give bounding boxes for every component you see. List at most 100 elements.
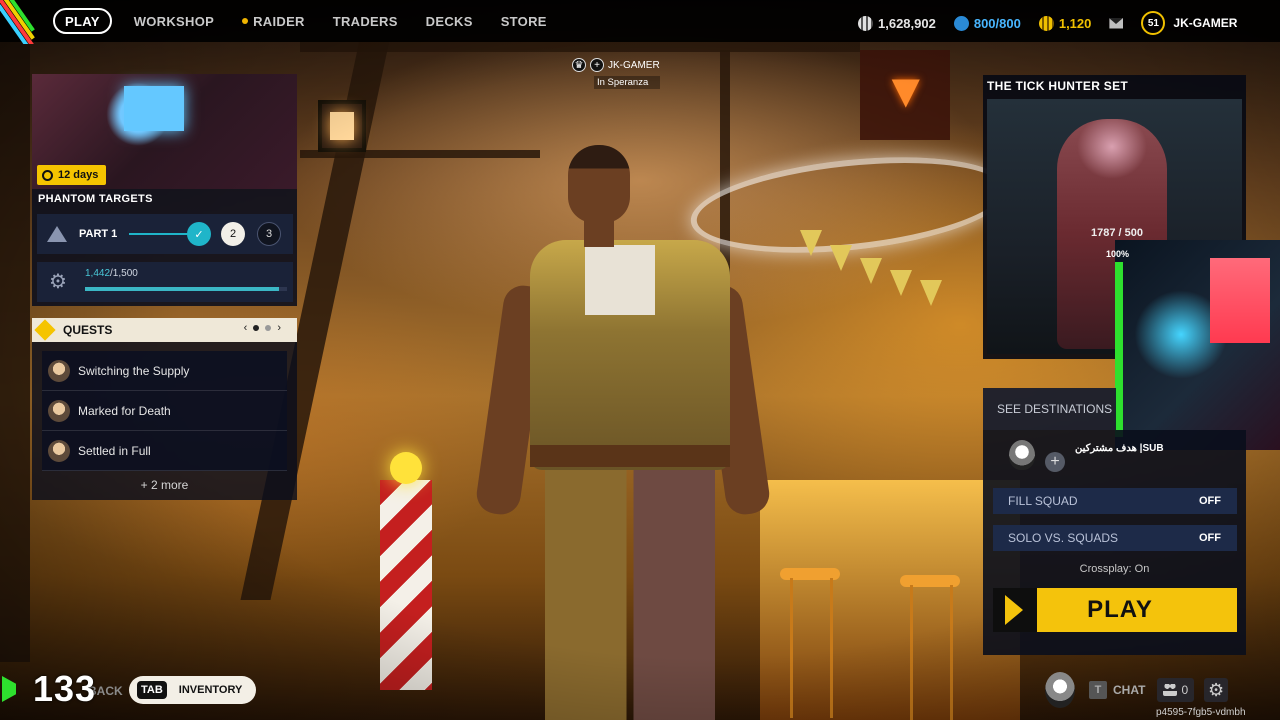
- credits-currency[interactable]: 800/800: [953, 15, 1021, 31]
- nav-workshop-label: WORKSHOP: [133, 13, 215, 29]
- mail-icon[interactable]: [1109, 17, 1124, 29]
- xp-text: 1,442/1,500: [85, 268, 138, 279]
- xp-total: /1,500: [110, 268, 138, 279]
- player-nametag: ♛ + JK-GAMER In Speranza: [572, 58, 660, 89]
- nav-workshop[interactable]: WORKSHOP: [134, 8, 214, 34]
- chat-key-hint: T: [1089, 681, 1107, 699]
- player-level: 51: [1147, 17, 1159, 29]
- page-dot[interactable]: [265, 325, 272, 331]
- quest-item[interactable]: Switching the Supply: [42, 351, 287, 391]
- quest-giver-avatar: [48, 359, 70, 382]
- friends-count: 0: [1181, 683, 1189, 697]
- player-level-badge[interactable]: 51: [1141, 11, 1166, 35]
- username[interactable]: JK-GAMER: [1173, 16, 1237, 30]
- gear-icon: ⚙: [49, 271, 67, 293]
- nametag-row: ♛ + JK-GAMER: [572, 58, 660, 72]
- chevron-left-icon[interactable]: ‹: [244, 322, 248, 334]
- inventory-button[interactable]: TAB INVENTORY: [129, 676, 256, 704]
- raider-tokens-value: 1,120: [1058, 15, 1092, 31]
- chevron-right-icon[interactable]: ›: [277, 322, 281, 334]
- invite-plus-icon[interactable]: +: [1045, 452, 1065, 472]
- fill-squad-label: FILL SQUAD: [1008, 494, 1078, 508]
- main-nav: PLAY WORKSHOP RAIDER TRADERS DECKS STORE: [53, 8, 575, 34]
- quests-pager: ‹ ›: [244, 322, 281, 334]
- tab-key-hint: TAB: [137, 681, 167, 699]
- step-2-label: 2: [229, 228, 237, 240]
- nav-raider[interactable]: RAIDER: [242, 8, 305, 34]
- currency-bar: 1,628,902 800/800 1,120 51 JK-GAMER: [858, 11, 1237, 35]
- settings-gear-icon[interactable]: ⚙: [1204, 678, 1229, 702]
- see-destinations-button[interactable]: SEE DESTINATIONS: [983, 388, 1116, 430]
- days-remaining: 12 days: [58, 169, 99, 181]
- fps-counter: 133: [33, 668, 97, 709]
- goal-percent: 100%: [1106, 249, 1130, 259]
- subscriber-goal-bar: [1115, 262, 1123, 437]
- add-friend-icon[interactable]: +: [590, 58, 604, 72]
- quest-label: Marked for Death: [78, 403, 171, 418]
- quests-card: QUESTS ‹ › Switching the Supply Marked f…: [32, 318, 297, 500]
- friends-icon: [1163, 684, 1178, 696]
- triangle-icon: [47, 226, 67, 242]
- quest-item[interactable]: Settled in Full: [42, 431, 287, 471]
- crossplay-status: Crossplay: On: [1079, 563, 1150, 575]
- phantom-targets-card[interactable]: 12 days PHANTOM TARGETS PART 1 ✓ 2 3 ⚙ 1…: [32, 74, 297, 306]
- phantom-targets-title: PHANTOM TARGETS: [38, 193, 153, 205]
- subscriber-goal-text: هدف مشتركين |SUB: [1075, 443, 1164, 454]
- part-progress-track: [129, 233, 189, 235]
- quest-item[interactable]: Marked for Death: [42, 391, 287, 431]
- nametag-name: JK-GAMER: [608, 59, 660, 71]
- squad-panel: + هدف مشتركين |SUB FILL SQUAD OFF SOLO V…: [983, 430, 1246, 655]
- part-progress-row: PART 1 ✓ 2 3: [37, 214, 293, 254]
- step-2: 2: [221, 222, 245, 246]
- quest-diamond-icon: [34, 319, 56, 341]
- squad-members: +: [1009, 438, 1065, 472]
- days-remaining-badge: 12 days: [37, 165, 107, 185]
- bottom-right-controls: T CHAT 0 ⚙: [1045, 672, 1229, 708]
- fill-squad-toggle[interactable]: FILL SQUAD OFF: [993, 488, 1237, 514]
- top-nav-bar: PLAY WORKSHOP RAIDER TRADERS DECKS STORE…: [0, 0, 1280, 44]
- nametag-location: In Speranza: [594, 76, 660, 89]
- nav-decks[interactable]: DECKS: [426, 8, 473, 34]
- quests-title: QUESTS: [63, 323, 113, 337]
- see-destinations-label: SEE DESTINATIONS: [997, 402, 1113, 416]
- coins-currency[interactable]: 1,628,902: [858, 15, 936, 31]
- session-id: p4595-7fgb5-vdmbh: [1156, 707, 1246, 718]
- credits-value: 800/800: [973, 15, 1021, 31]
- raider-tokens-currency[interactable]: 1,120: [1038, 15, 1092, 31]
- quest-giver-avatar: [48, 439, 70, 462]
- nav-store[interactable]: STORE: [501, 8, 547, 34]
- credits-icon: [953, 15, 969, 31]
- solo-vs-squads-toggle[interactable]: SOLO VS. SQUADS OFF: [993, 525, 1237, 551]
- xp-progress-bar: [85, 287, 287, 291]
- quest-label: Settled in Full: [78, 443, 151, 458]
- stream-overlay-image: [1115, 240, 1280, 450]
- player-mask-avatar-icon[interactable]: [1009, 440, 1035, 470]
- game-logo: [0, 0, 44, 44]
- nav-store-label: STORE: [500, 13, 547, 29]
- notification-dot-icon: [242, 18, 249, 24]
- play-button[interactable]: PLAY: [993, 588, 1237, 632]
- player-mask-icon[interactable]: [1045, 672, 1075, 708]
- play-chevron-icon: [993, 588, 1037, 632]
- friends-button[interactable]: 0: [1157, 678, 1195, 702]
- set-count: 1787 / 500: [1091, 227, 1143, 239]
- nav-play[interactable]: PLAY: [53, 8, 112, 34]
- part-label: PART 1: [79, 228, 118, 240]
- overlay-monitor: [1210, 258, 1270, 343]
- nav-traders[interactable]: TRADERS: [333, 8, 398, 34]
- set-title: THE TICK HUNTER SET: [987, 79, 1129, 93]
- timer-icon: [42, 169, 53, 181]
- step-3-label: 3: [265, 228, 273, 240]
- quest-label: Switching the Supply: [78, 363, 190, 378]
- coins-value: 1,628,902: [878, 15, 936, 31]
- step-3: 3: [257, 222, 281, 246]
- xp-progress-fill: [85, 287, 279, 291]
- solo-vs-squads-label: SOLO VS. SQUADS: [1008, 531, 1119, 545]
- xp-current: 1,442: [85, 268, 111, 279]
- more-quests-link[interactable]: + 2 more: [32, 478, 297, 492]
- nav-raider-label: RAIDER: [253, 13, 305, 29]
- nav-play-label: PLAY: [65, 13, 100, 29]
- nav-traders-label: TRADERS: [332, 13, 398, 29]
- page-dot-active[interactable]: [253, 325, 260, 331]
- chat-button[interactable]: CHAT: [1113, 683, 1145, 697]
